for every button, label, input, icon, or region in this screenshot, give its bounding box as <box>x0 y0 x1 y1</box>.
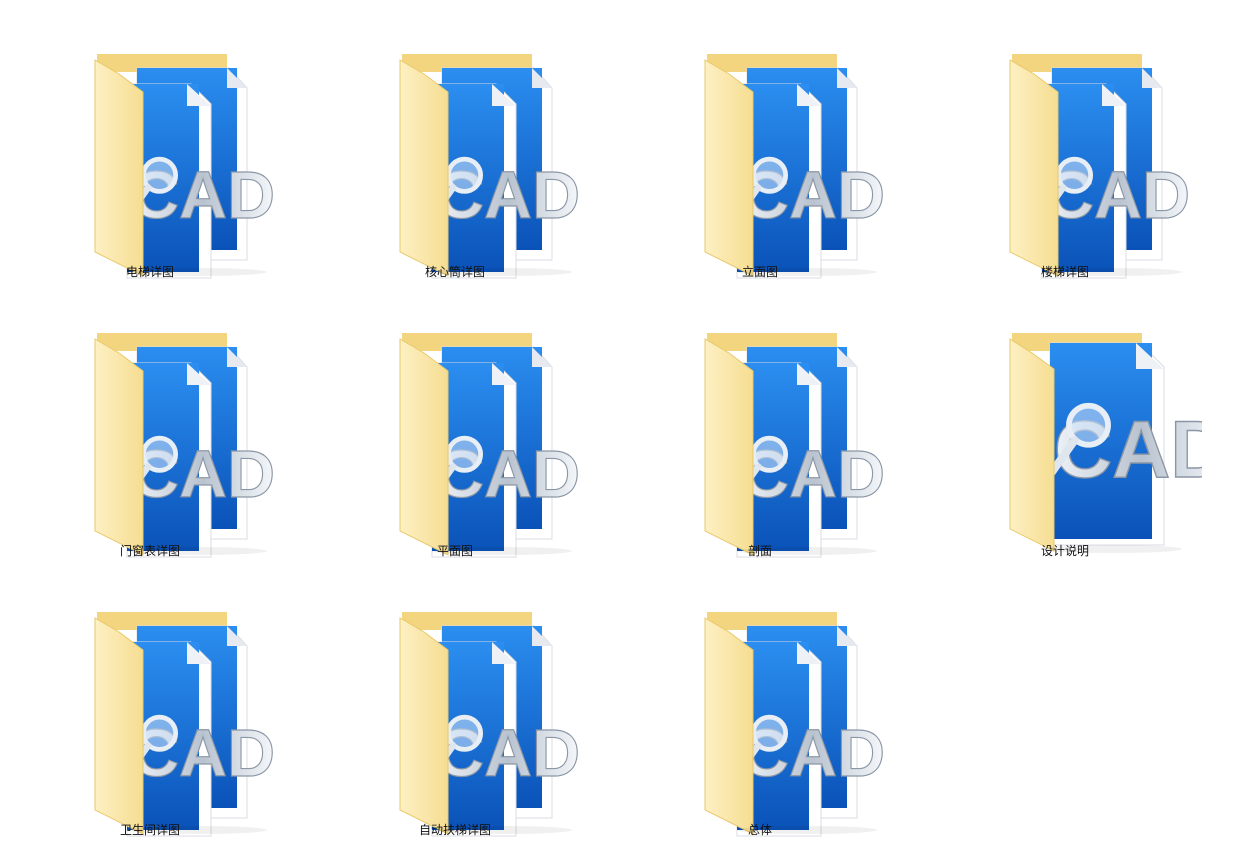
folder-item[interactable]: CAD 电梯详图 <box>30 20 276 290</box>
cad-folder-icon: CAD <box>399 54 581 279</box>
cad-folder-icon: CAD <box>1009 54 1191 279</box>
cad-folder-icon: CAD <box>399 333 581 558</box>
folder-label: 卫生间详图 <box>119 823 180 837</box>
folder-label: 核心筒详图 <box>424 265 485 279</box>
cad-folder-icon: CAD <box>94 54 276 279</box>
folder-item[interactable]: CAD 核心筒详图 <box>335 20 581 290</box>
folder-label: 立面图 <box>741 265 778 279</box>
folder-item[interactable]: CAD 门窗表详图 <box>30 299 276 569</box>
folder-item[interactable]: CAD 剖面 <box>640 299 886 569</box>
cad-folder-icon: CAD <box>94 612 276 837</box>
folder-label: 自动扶梯详图 <box>418 823 491 837</box>
folder-label: 门窗表详图 <box>119 544 180 558</box>
folder-item[interactable]: CAD 设计说明 <box>945 299 1202 569</box>
folder-label: 楼梯详图 <box>1040 265 1089 279</box>
folder-item[interactable]: CAD 总体 <box>640 578 886 848</box>
folder-label: 平面图 <box>436 544 473 558</box>
folder-item[interactable]: CAD 卫生间详图 <box>30 578 276 848</box>
cad-folder-icon: CAD <box>399 612 581 837</box>
cad-folder-icon: CAD <box>704 54 886 279</box>
cad-folder-icon: CAD <box>94 333 276 558</box>
folder-label: 剖面 <box>747 544 772 558</box>
folder-item[interactable]: CAD 平面图 <box>335 299 581 569</box>
folder-item[interactable]: CAD 楼梯详图 <box>945 20 1191 290</box>
folder-label: 电梯详图 <box>125 265 174 279</box>
cad-folder-open-icon: CAD <box>1009 333 1202 553</box>
folder-label: 总体 <box>747 823 772 837</box>
folder-item[interactable]: CAD 立面图 <box>640 20 886 290</box>
folder-item[interactable]: CAD 自动扶梯详图 <box>335 578 581 848</box>
cad-folder-icon: CAD <box>704 333 886 558</box>
folder-grid: CAD 电梯详图 CAD 核心筒详图 CAD 立面图 CAD 楼梯详图 CAD … <box>0 0 1237 843</box>
cad-folder-icon: CAD <box>704 612 886 837</box>
folder-label: 设计说明 <box>1040 544 1089 558</box>
